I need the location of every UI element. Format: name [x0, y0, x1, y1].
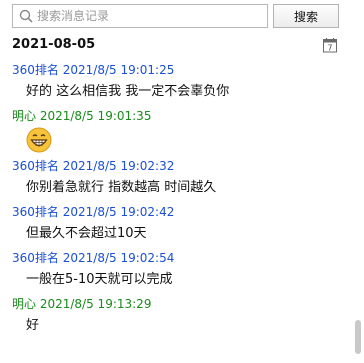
message-sender: 明心	[12, 109, 37, 123]
message-text: 但最久不会超过10天	[26, 226, 147, 241]
message-sender: 360排名	[12, 205, 59, 219]
search-button[interactable]: 搜索	[273, 4, 339, 28]
message-item: 360排名 2021/8/5 19:02:54 一般在5-10天就可以完成	[12, 250, 342, 289]
search-input[interactable]	[35, 6, 257, 26]
message-header: 360排名 2021/8/5 19:01:25	[12, 62, 342, 78]
message-text: 你别着急就行 指数越高 时间越久	[26, 180, 217, 195]
message-text: 好的 这么相信我 我一定不会辜负你	[26, 84, 230, 99]
message-item: 明心 2021/8/5 19:13:29 好	[12, 296, 342, 335]
message-sender: 360排名	[12, 159, 59, 173]
message-text: 一般在5-10天就可以完成	[26, 272, 173, 287]
date-row: 2021-08-05 7	[12, 36, 340, 56]
message-header: 360排名 2021/8/5 19:02:54	[12, 250, 342, 266]
search-icon	[17, 7, 35, 25]
message-time: 2021/8/5 19:02:32	[62, 159, 175, 173]
message-time: 2021/8/5 19:02:42	[62, 205, 175, 219]
search-box[interactable]	[12, 4, 268, 28]
message-time: 2021/8/5 19:01:35	[39, 109, 152, 123]
message-time: 2021/8/5 19:13:29	[39, 297, 152, 311]
message-item: 明心 2021/8/5 19:01:35	[12, 108, 342, 153]
message-header: 明心 2021/8/5 19:01:35	[12, 108, 342, 124]
message-sender: 360排名	[12, 251, 59, 265]
message-item: 360排名 2021/8/5 19:02:42 但最久不会超过10天	[12, 204, 342, 243]
message-text: 好	[26, 318, 40, 333]
date-label: 2021-08-05	[12, 37, 96, 52]
scrollbar-thumb[interactable]	[355, 320, 361, 354]
grin-emoji-icon	[26, 127, 52, 153]
message-header: 360排名 2021/8/5 19:02:32	[12, 158, 342, 174]
message-header: 明心 2021/8/5 19:13:29	[12, 296, 342, 312]
calendar-icon[interactable]: 7	[322, 37, 338, 53]
message-sender: 360排名	[12, 63, 59, 77]
message-item: 360排名 2021/8/5 19:02:32 你别着急就行 指数越高 时间越久	[12, 158, 342, 197]
svg-text:7: 7	[328, 44, 333, 53]
message-item: 360排名 2021/8/5 19:01:25 好的 这么相信我 我一定不会辜负你	[12, 62, 342, 101]
chat-history-window: 搜索 2021-08-05 7 360排名 2021/8/5 19:01:25 好…	[0, 0, 364, 363]
message-header: 360排名 2021/8/5 19:02:42	[12, 204, 342, 220]
message-time: 2021/8/5 19:02:54	[62, 251, 175, 265]
message-time: 2021/8/5 19:01:25	[62, 63, 175, 77]
message-sender: 明心	[12, 297, 37, 311]
